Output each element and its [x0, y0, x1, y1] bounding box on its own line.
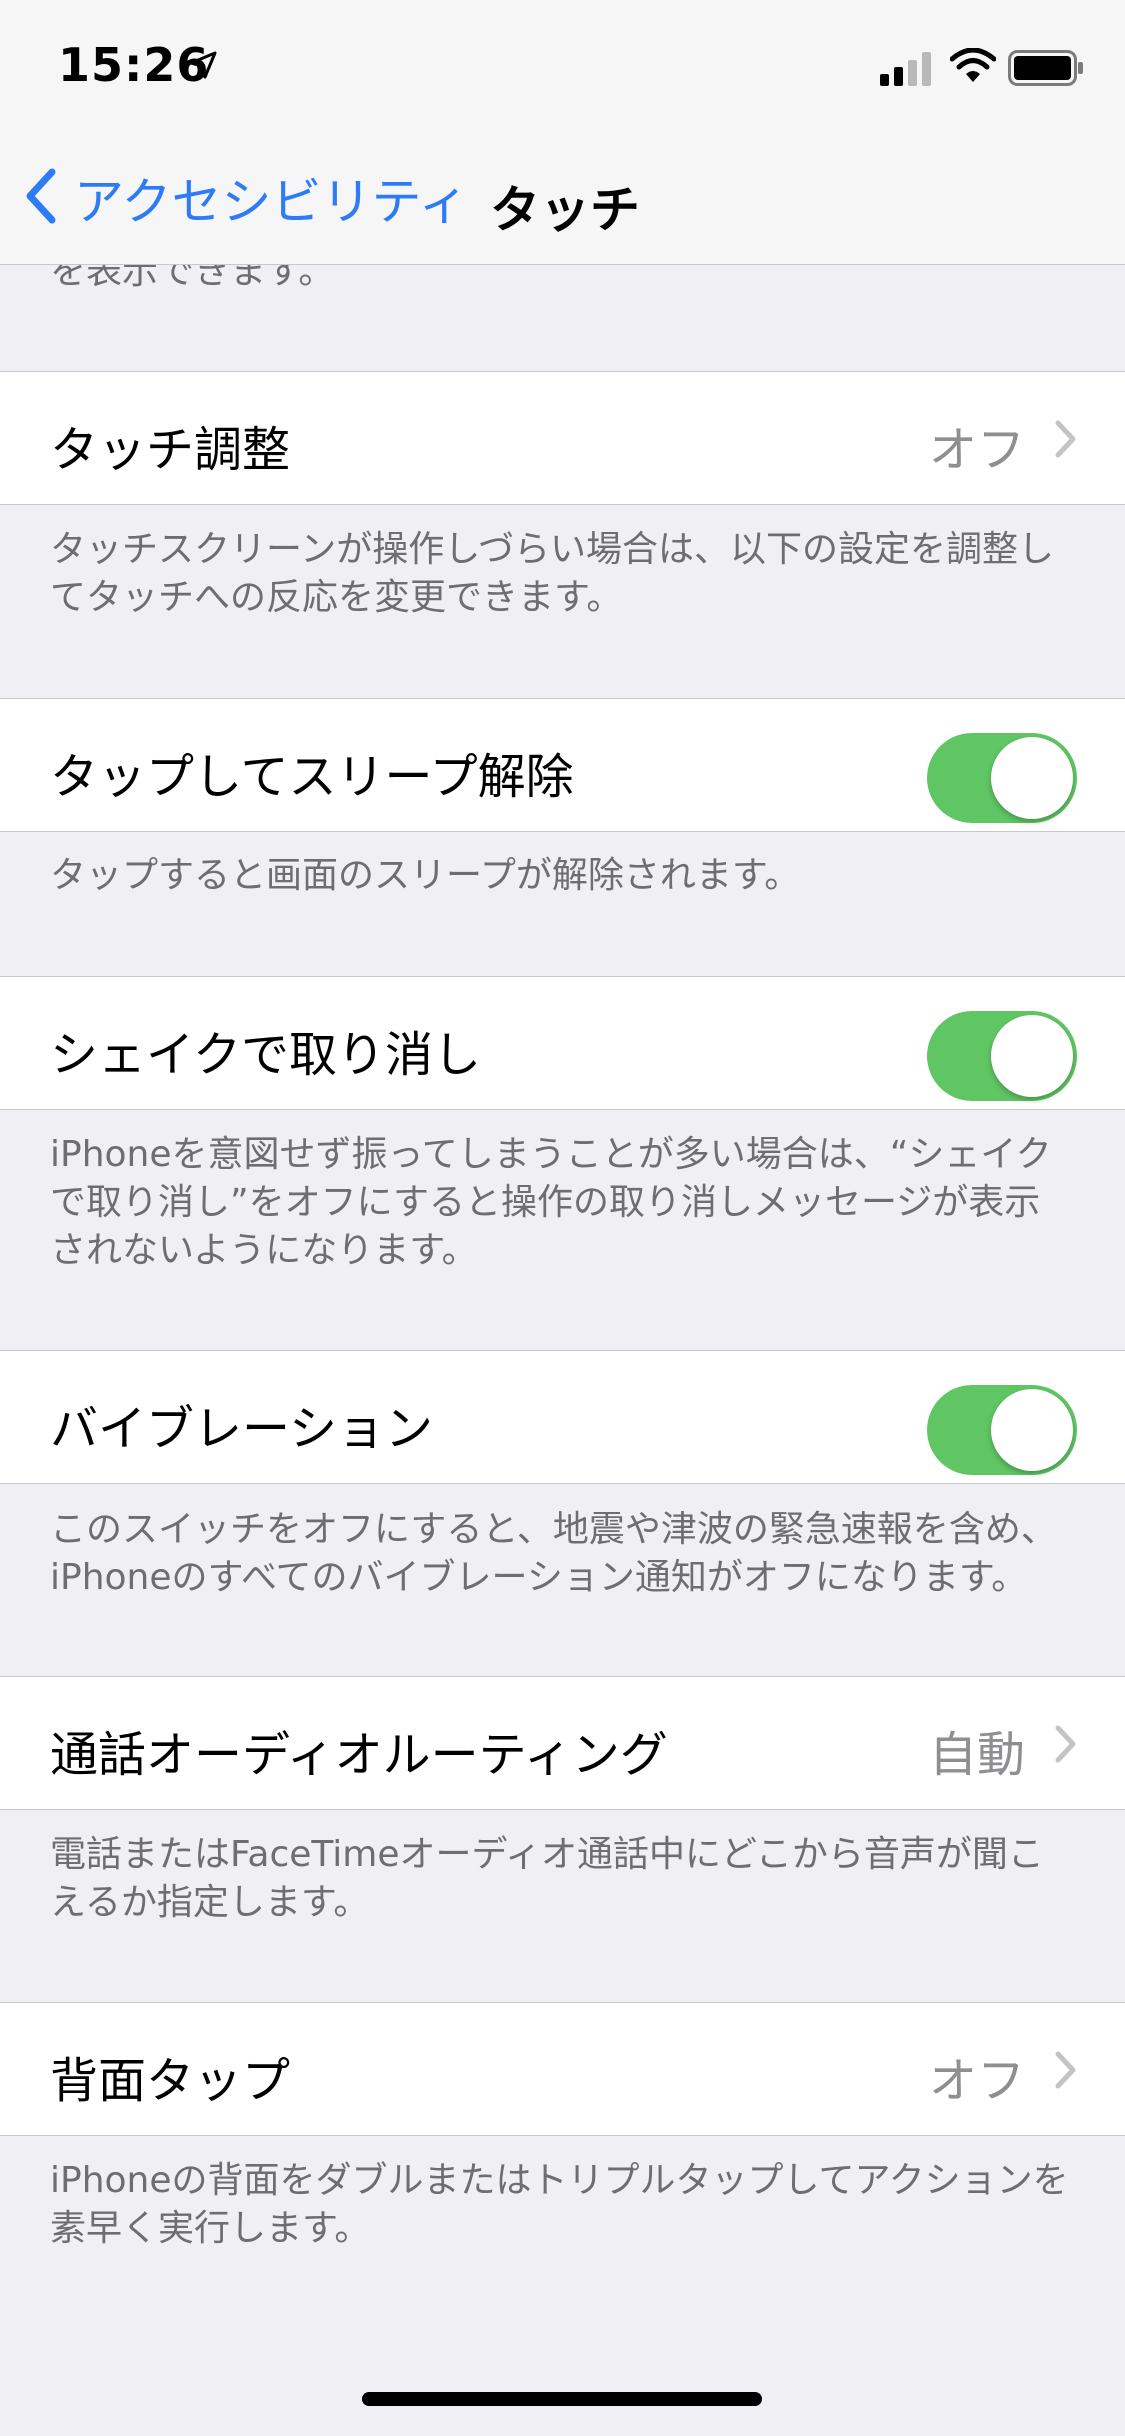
- back-label: アクセシビリティ: [74, 173, 469, 231]
- row-footer: iPhoneを意図せず振ってしまうことが多い場合は、“シェイクで取り消し”をオフ…: [50, 1134, 1052, 1271]
- row-footer: タッチスクリーンが操作しづらい場合は、以下の設定を調整してタッチへの反応を変更で…: [50, 529, 1055, 618]
- settings-list[interactable]: を表示できます。 タッチ調整 オフ タッチスクリーンが操作しづらい場合は、以下の…: [0, 264, 1125, 2436]
- toggle-knob: [991, 1015, 1073, 1097]
- page-title: タッチ: [490, 181, 640, 239]
- row-label: 通話オーディオルーティング: [50, 1727, 668, 1783]
- tap-to-wake-toggle[interactable]: [927, 733, 1077, 823]
- row-value: オフ: [928, 2053, 1025, 2109]
- call-audio-routing-row[interactable]: 通話オーディオルーティング 自動: [0, 1676, 1125, 1810]
- chevron-right-icon: [1055, 1725, 1077, 1767]
- touch-accommodations-row[interactable]: タッチ調整 オフ: [0, 371, 1125, 505]
- row-footer: タップすると画面のスリープが解除されます。: [50, 855, 801, 896]
- shake-to-undo-row: シェイクで取り消し: [0, 976, 1125, 1110]
- vibration-toggle[interactable]: [927, 1385, 1077, 1475]
- cellular-signal-icon: [880, 52, 934, 90]
- battery-icon: [1008, 50, 1084, 90]
- row-footer: このスイッチをオフにすると、地震や津波の緊急速報を含め、iPhoneのすべてのバ…: [50, 1509, 1057, 1598]
- shake-to-undo-toggle[interactable]: [927, 1011, 1077, 1101]
- row-label: バイブレーション: [50, 1401, 434, 1457]
- row-footer: 電話またはFaceTimeオーディオ通話中にどこから音声が聞こえるか指定します。: [50, 1834, 1044, 1923]
- row-label: シェイクで取り消し: [50, 1027, 482, 1083]
- location-arrow-icon: [188, 50, 218, 84]
- back-button[interactable]: アクセシビリティ: [24, 166, 469, 231]
- back-tap-row[interactable]: 背面タップ オフ: [0, 2002, 1125, 2136]
- wifi-icon: [949, 47, 997, 88]
- row-footer: iPhoneの背面をダブルまたはトリプルタップしてアクションを素早く実行します。: [50, 2160, 1069, 2249]
- row-label: タッチ調整: [50, 422, 291, 478]
- row-value: オフ: [928, 422, 1025, 478]
- status-time: 15:26: [58, 38, 210, 92]
- toggle-knob: [991, 1389, 1073, 1471]
- chevron-right-icon: [1055, 2051, 1077, 2093]
- chevron-left-icon: [24, 168, 56, 228]
- chevron-right-icon: [1055, 420, 1077, 462]
- row-value: 自動: [928, 1727, 1025, 1783]
- toggle-knob: [991, 737, 1073, 819]
- tap-to-wake-row: タップしてスリープ解除: [0, 698, 1125, 832]
- previous-section-footer: を表示できます。: [50, 264, 335, 292]
- status-bar: 15:26: [0, 0, 1125, 132]
- row-label: タップしてスリープ解除: [50, 749, 574, 805]
- navigation-bar: アクセシビリティ タッチ: [0, 132, 1125, 265]
- vibration-row: バイブレーション: [0, 1350, 1125, 1484]
- home-indicator[interactable]: [362, 2392, 762, 2406]
- row-label: 背面タップ: [50, 2053, 291, 2109]
